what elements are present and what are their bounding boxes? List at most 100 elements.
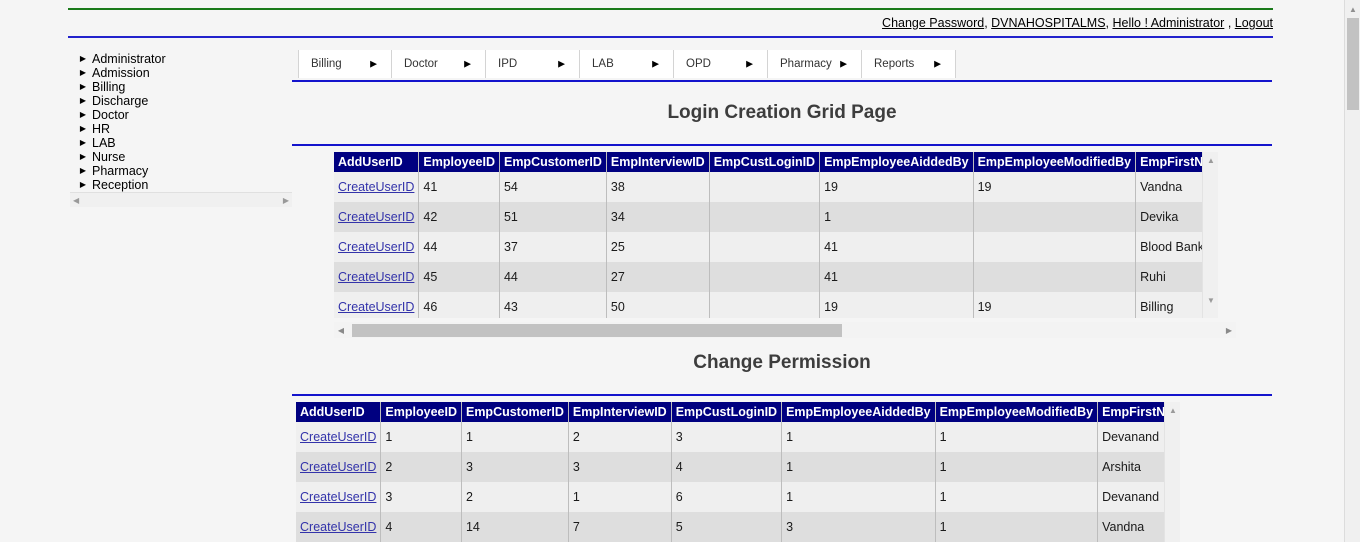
page-vertical-scrollbar[interactable]: ▲ — [1344, 0, 1360, 542]
table-row: CreateUserID 2 3 3 4 1 1 Arshita Kamati — [296, 452, 1180, 482]
column-header-empemployeemodifiedby[interactable]: EmpEmployeeModifiedBy — [973, 152, 1137, 172]
column-header-empemployeeaiddedby[interactable]: EmpEmployeeAiddedBy — [781, 402, 936, 422]
triangle-left-icon[interactable]: ◀ — [70, 196, 82, 205]
chevron-right-icon: ▶ — [79, 82, 87, 91]
column-header-employeeid[interactable]: EmployeeID — [380, 402, 462, 422]
header-rule-green — [68, 8, 1273, 10]
page-title-secondary: Change Permission — [693, 352, 871, 373]
cell-empemployeemodifiedby — [973, 202, 1137, 232]
grid-horizontal-scrollbar[interactable]: ◀ ▶ — [334, 322, 1236, 338]
cell-adduserid: CreateUserID — [296, 512, 382, 542]
sidebar-item-discharge[interactable]: ▶ Discharge — [70, 94, 297, 108]
sidebar-horizontal-scrollbar[interactable]: ◀ ▶ — [70, 192, 292, 207]
hscroll-thumb[interactable] — [352, 324, 842, 337]
column-header-empcustomerid[interactable]: EmpCustomerID — [461, 402, 569, 422]
column-header-empinterviewid[interactable]: EmpInterviewID — [606, 152, 710, 172]
column-header-empcustomerid[interactable]: EmpCustomerID — [499, 152, 607, 172]
sidebar-item-label: Administrator — [92, 52, 166, 66]
cell-empcustloginid — [709, 232, 821, 262]
sidebar-item-label: LAB — [92, 136, 116, 150]
hscroll-track[interactable] — [348, 323, 1222, 337]
create-user-id-link[interactable]: CreateUserID — [300, 430, 376, 444]
cell-empcustomerid: 51 — [499, 202, 607, 232]
column-header-empemployeemodifiedby[interactable]: EmpEmployeeModifiedBy — [935, 402, 1099, 422]
grid-vertical-scrollbar-secondary[interactable]: ▲ — [1164, 402, 1180, 542]
create-user-id-link[interactable]: CreateUserID — [338, 270, 414, 284]
nav-item-doctor[interactable]: Doctor ▶ — [392, 50, 486, 78]
sidebar-item-label: Doctor — [92, 108, 129, 122]
table-row: CreateUserID 4 14 7 5 3 1 Vandna Kamati — [296, 512, 1180, 542]
triangle-right-icon[interactable]: ▶ — [280, 196, 292, 205]
column-header-employeeid[interactable]: EmployeeID — [418, 152, 500, 172]
sidebar-item-hr[interactable]: ▶ HR — [70, 122, 297, 136]
create-user-id-link[interactable]: CreateUserID — [300, 460, 376, 474]
create-user-id-link[interactable]: CreateUserID — [338, 180, 414, 194]
sidebar-item-lab[interactable]: ▶ LAB — [70, 136, 297, 150]
cell-empcustomerid: 54 — [499, 172, 607, 202]
triangle-up-icon[interactable]: ▲ — [1345, 3, 1360, 17]
nav-item-label: IPD — [498, 58, 518, 70]
create-user-id-link[interactable]: CreateUserID — [300, 520, 376, 534]
logout-link[interactable]: Logout — [1235, 16, 1273, 30]
cell-empcustomerid: 3 — [461, 452, 569, 482]
cell-employeeid: 3 — [380, 482, 462, 512]
nav-underline — [292, 80, 1272, 82]
cell-empinterviewid: 38 — [606, 172, 710, 202]
triangle-right-icon: ▶ — [558, 58, 565, 69]
app-name-link[interactable]: DVNAHOSPITALMS — [991, 16, 1105, 30]
grid-vertical-scrollbar[interactable]: ▲ ▼ — [1202, 152, 1218, 318]
cell-employeeid: 42 — [418, 202, 500, 232]
cell-empemployeemodifiedby: 19 — [973, 172, 1137, 202]
create-user-id-link[interactable]: CreateUserID — [300, 490, 376, 504]
column-header-empemployeeaiddedby[interactable]: EmpEmployeeAiddedBy — [819, 152, 974, 172]
cell-empcustloginid: 6 — [671, 482, 783, 512]
column-header-adduserid[interactable]: AddUserID — [296, 402, 382, 422]
column-header-empcustloginid[interactable]: EmpCustLoginID — [671, 402, 783, 422]
greeting-link[interactable]: Hello ! Administrator — [1112, 16, 1224, 30]
cell-empinterviewid: 34 — [606, 202, 710, 232]
cell-adduserid: CreateUserID — [334, 292, 420, 318]
table-header-row: AddUserID EmployeeID EmpCustomerID EmpIn… — [334, 152, 1218, 172]
grid-viewport: AddUserID EmployeeID EmpCustomerID EmpIn… — [296, 402, 1180, 542]
nav-item-opd[interactable]: OPD ▶ — [674, 50, 768, 78]
cell-empcustomerid: 37 — [499, 232, 607, 262]
cell-empemployeeaiddedby: 3 — [781, 512, 936, 542]
cell-empinterviewid: 7 — [568, 512, 672, 542]
column-header-empcustloginid[interactable]: EmpCustLoginID — [709, 152, 821, 172]
cell-empcustomerid: 2 — [461, 482, 569, 512]
nav-item-reports[interactable]: Reports ▶ — [862, 50, 956, 78]
nav-item-lab[interactable]: LAB ▶ — [580, 50, 674, 78]
sidebar-item-administrator[interactable]: ▶ Administrator — [70, 52, 297, 66]
sidebar-item-reception[interactable]: ▶ Reception — [70, 178, 297, 192]
sidebar-item-admission[interactable]: ▶ Admission — [70, 66, 297, 80]
sidebar-item-doctor[interactable]: ▶ Doctor — [70, 108, 297, 122]
nav-item-ipd[interactable]: IPD ▶ — [486, 50, 580, 78]
triangle-up-icon[interactable]: ▲ — [1203, 154, 1219, 168]
sidebar-item-label: Reception — [92, 178, 149, 192]
sidebar-item-nurse[interactable]: ▶ Nurse — [70, 150, 297, 164]
nav-item-pharmacy[interactable]: Pharmacy ▶ — [768, 50, 862, 78]
column-header-adduserid[interactable]: AddUserID — [334, 152, 420, 172]
triangle-right-icon: ▶ — [652, 58, 659, 69]
sidebar-item-billing[interactable]: ▶ Billing — [70, 80, 297, 94]
triangle-down-icon[interactable]: ▼ — [1203, 294, 1219, 308]
sidebar-item-label: Discharge — [92, 94, 149, 108]
cell-empinterviewid: 1 — [568, 482, 672, 512]
create-user-id-link[interactable]: CreateUserID — [338, 210, 414, 224]
chevron-right-icon: ▶ — [79, 54, 87, 63]
triangle-up-icon[interactable]: ▲ — [1165, 404, 1181, 418]
cell-employeeid: 45 — [418, 262, 500, 292]
triangle-right-icon[interactable]: ▶ — [1222, 326, 1236, 335]
change-password-link[interactable]: Change Password — [882, 16, 984, 30]
triangle-left-icon[interactable]: ◀ — [334, 326, 348, 335]
sidebar-item-pharmacy[interactable]: ▶ Pharmacy — [70, 164, 297, 178]
column-header-empinterviewid[interactable]: EmpInterviewID — [568, 402, 672, 422]
cell-empinterviewid: 3 — [568, 452, 672, 482]
nav-item-billing[interactable]: Billing ▶ — [298, 50, 392, 78]
create-user-id-link[interactable]: CreateUserID — [338, 300, 414, 314]
create-user-id-link[interactable]: CreateUserID — [338, 240, 414, 254]
cell-empcustloginid — [709, 172, 821, 202]
sidebar-item-label: Billing — [92, 80, 126, 94]
page-scrollbar-thumb[interactable] — [1347, 18, 1359, 110]
cell-empemployeemodifiedby — [973, 232, 1137, 262]
